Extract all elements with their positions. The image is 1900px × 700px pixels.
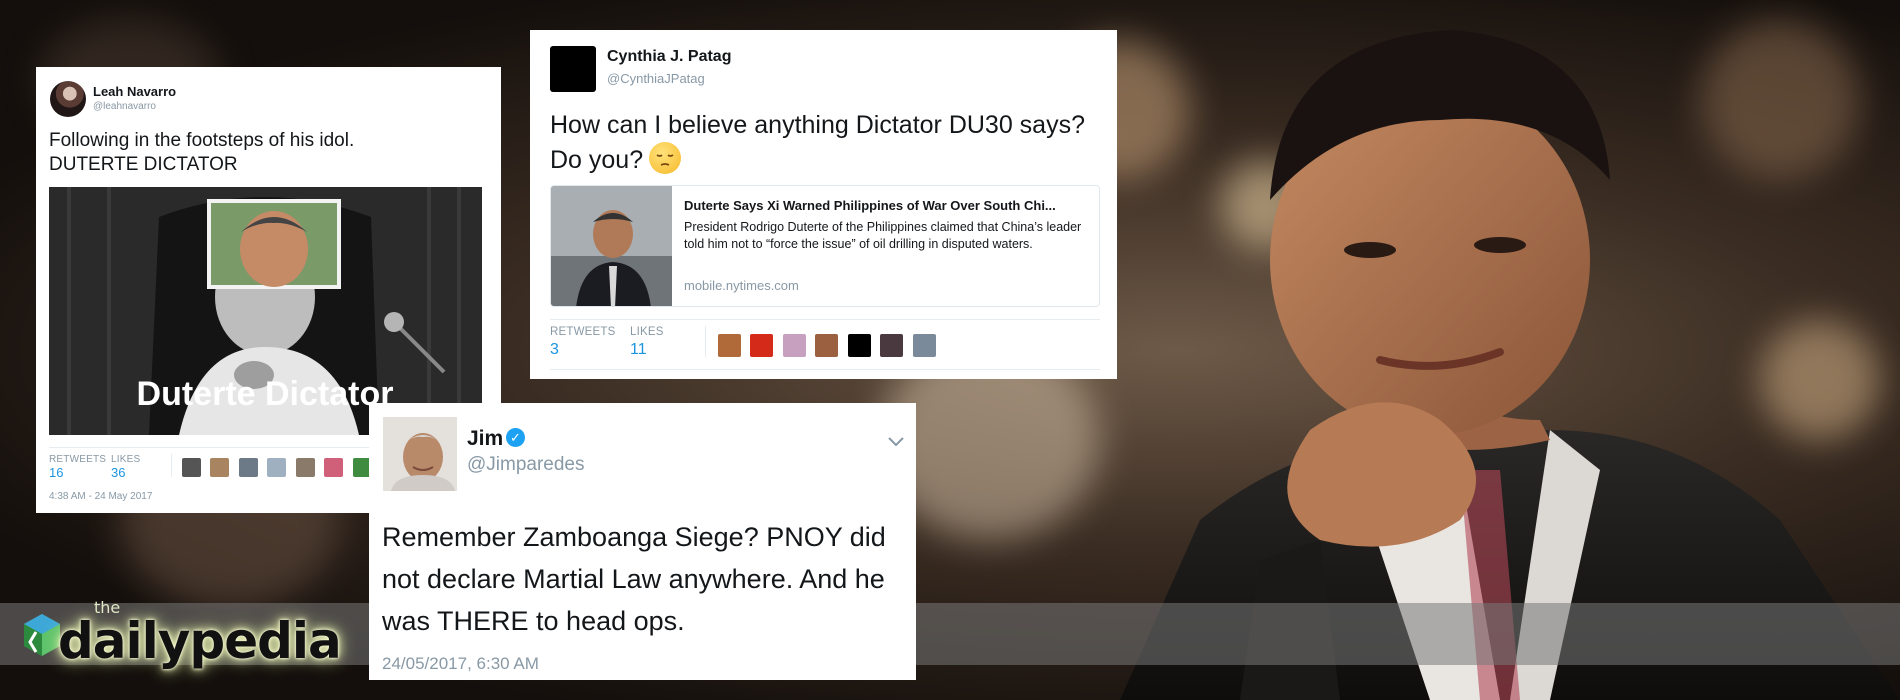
dictator-image: Duterte Dictator bbox=[49, 187, 482, 435]
photo-caption: Duterte Dictator bbox=[137, 375, 394, 413]
avatar[interactable] bbox=[815, 334, 839, 357]
link-thumbnail bbox=[551, 186, 672, 306]
chevron-down-icon[interactable] bbox=[888, 431, 904, 452]
avatar[interactable] bbox=[324, 458, 344, 477]
author-name[interactable]: Leah Navarro bbox=[93, 84, 176, 99]
avatar[interactable] bbox=[550, 46, 596, 92]
avatar[interactable] bbox=[847, 334, 871, 357]
tweet-photo[interactable]: Duterte Dictator bbox=[49, 187, 482, 435]
author-name[interactable]: Jim bbox=[467, 427, 503, 451]
link-domain[interactable]: mobile.nytimes.com bbox=[684, 278, 799, 293]
retweets-label: RETWEETS bbox=[550, 326, 616, 338]
avatar[interactable] bbox=[238, 458, 258, 477]
tweet-text: How can I believe anything Dictator DU30… bbox=[550, 108, 1090, 177]
likes-count[interactable]: 36 bbox=[111, 465, 171, 480]
tweet-text: Remember Zamboanga Siege? PNOY did not d… bbox=[382, 522, 886, 636]
author-name[interactable]: Cynthia J. Patag bbox=[607, 48, 731, 66]
avatar[interactable] bbox=[295, 458, 315, 477]
tweet-text: Following in the footsteps of his idol. … bbox=[49, 129, 489, 177]
link-title[interactable]: Duterte Says Xi Warned Philippines of Wa… bbox=[684, 198, 1089, 213]
tweet-stats: RETWEETS 3 LIKES 11 bbox=[550, 319, 1100, 370]
portrait-man bbox=[1120, 30, 1900, 700]
link-card[interactable]: Duterte Says Xi Warned Philippines of Wa… bbox=[550, 185, 1100, 307]
likes-count[interactable]: 11 bbox=[630, 341, 705, 359]
tweet-text-content: How can I believe anything Dictator DU30… bbox=[550, 111, 1085, 174]
likes-label: LIKES bbox=[630, 326, 664, 338]
avatar[interactable] bbox=[912, 334, 936, 357]
verified-badge-icon: ✓ bbox=[506, 428, 525, 447]
tweet-text-line: DUTERTE DICTATOR bbox=[49, 154, 238, 175]
logo-mark-icon bbox=[24, 614, 60, 656]
logo-word: dailypedia bbox=[58, 612, 342, 670]
avatar[interactable] bbox=[880, 334, 904, 357]
avatar[interactable] bbox=[383, 417, 457, 491]
avatar[interactable] bbox=[50, 81, 86, 117]
author-handle[interactable]: @leahnavarro bbox=[93, 101, 156, 112]
author-handle[interactable]: @CynthiaJPatag bbox=[607, 71, 705, 86]
retweets-label: RETWEETS bbox=[49, 454, 107, 465]
author-handle[interactable]: @Jimparedes bbox=[467, 454, 585, 476]
dailypedia-logo[interactable]: the dailypedia bbox=[22, 598, 342, 678]
link-description: President Rodrigo Duterte of the Philipp… bbox=[684, 220, 1082, 251]
tweet-card-cynthia[interactable]: Cynthia J. Patag @CynthiaJPatag How can … bbox=[530, 30, 1117, 379]
likes-label: LIKES bbox=[111, 454, 141, 465]
tweet-text-line: Following in the footsteps of his idol. bbox=[49, 130, 355, 151]
tweet-timestamp[interactable]: 24/05/2017, 6:30 AM bbox=[382, 654, 539, 674]
avatar[interactable] bbox=[210, 458, 230, 477]
avatar[interactable] bbox=[182, 458, 201, 477]
liker-avatars bbox=[705, 326, 941, 357]
retweets-count[interactable]: 16 bbox=[49, 465, 111, 480]
tweet-card-jim[interactable]: Jim ✓ @Jimparedes Remember Zamboanga Sie… bbox=[369, 403, 916, 680]
retweets-count[interactable]: 3 bbox=[550, 341, 630, 359]
avatar[interactable] bbox=[750, 334, 774, 357]
avatar[interactable] bbox=[782, 334, 806, 357]
avatar[interactable] bbox=[718, 334, 741, 357]
tweet-timestamp[interactable]: 4:38 AM - 24 May 2017 bbox=[49, 491, 152, 502]
pensive-face-icon bbox=[649, 142, 682, 174]
avatar[interactable] bbox=[267, 458, 287, 477]
